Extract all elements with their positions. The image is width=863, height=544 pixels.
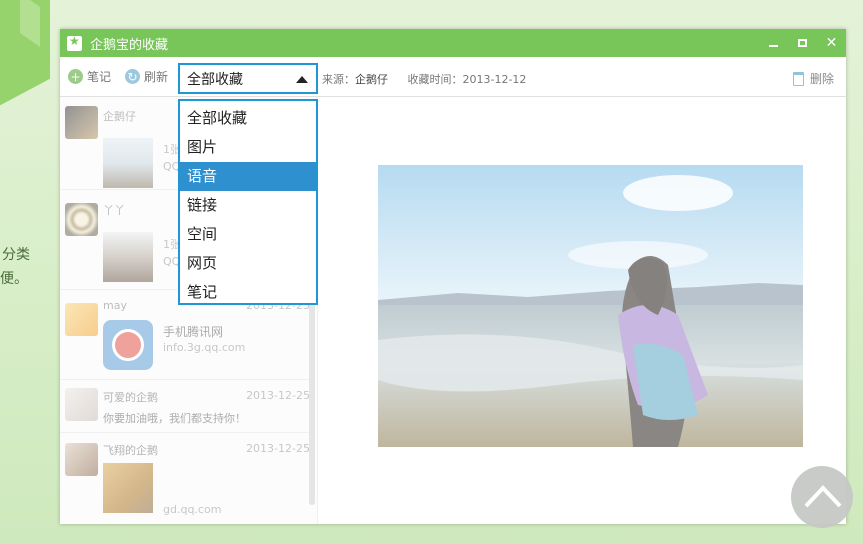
window-title: 企鹅宝的收藏	[90, 37, 169, 53]
new-note-label: 笔记	[87, 70, 112, 84]
option-webpages[interactable]: 网页	[180, 249, 316, 278]
dropdown-arrow-icon	[296, 76, 308, 83]
background-text-1: 分类	[2, 247, 30, 263]
option-notes[interactable]: 笔记	[180, 278, 316, 307]
delete-label: 删除	[809, 72, 834, 86]
scroll-to-top-icon	[804, 485, 842, 508]
background-text-2: 便。	[0, 271, 28, 287]
close-button[interactable]: ✕	[817, 29, 846, 57]
option-images[interactable]: 图片	[180, 133, 316, 162]
close-icon: ✕	[825, 35, 838, 51]
minimize-icon	[769, 45, 778, 47]
title-bar[interactable]: 企鹅宝的收藏 ✕	[60, 29, 846, 57]
filter-dropdown-menu[interactable]: 全部收藏 图片 语音 链接 空间 网页 笔记	[178, 99, 318, 305]
delete-button[interactable]: 删除	[792, 70, 834, 87]
toolbar: + 笔记 ↻ 刷新 全部收藏 来源：企鹅仔 收藏时间：2013-12-12 删除	[60, 57, 846, 97]
new-note-button[interactable]: + 笔记	[68, 68, 111, 85]
refresh-button[interactable]: ↻ 刷新	[125, 68, 168, 85]
time-value: 2013-12-12	[462, 73, 527, 86]
star-logo-icon	[67, 34, 82, 51]
option-links[interactable]: 链接	[180, 191, 316, 220]
option-voice[interactable]: 语音	[180, 162, 316, 191]
item-meta: 来源：企鹅仔 收藏时间：2013-12-12	[322, 71, 526, 87]
time-label: 收藏时间：	[407, 73, 463, 86]
maximize-button[interactable]	[788, 29, 817, 57]
scroll-to-top-button[interactable]	[791, 466, 853, 528]
source-value: 企鹅仔	[355, 73, 388, 86]
filter-select-value: 全部收藏	[187, 71, 243, 88]
option-qzone[interactable]: 空间	[180, 220, 316, 249]
refresh-label: 刷新	[144, 70, 169, 84]
favorites-window: 企鹅宝的收藏 ✕ + 笔记 ↻ 刷新 全部收藏 来源：企鹅仔 收藏时间：2013…	[60, 29, 846, 524]
source-label: 来源：	[322, 73, 355, 86]
add-note-icon: +	[68, 69, 83, 84]
minimize-button[interactable]	[759, 29, 788, 57]
refresh-icon: ↻	[125, 69, 141, 84]
filter-select[interactable]: 全部收藏	[178, 63, 318, 94]
trash-icon	[792, 71, 804, 86]
option-all[interactable]: 全部收藏	[180, 104, 316, 133]
maximize-icon	[798, 39, 807, 47]
